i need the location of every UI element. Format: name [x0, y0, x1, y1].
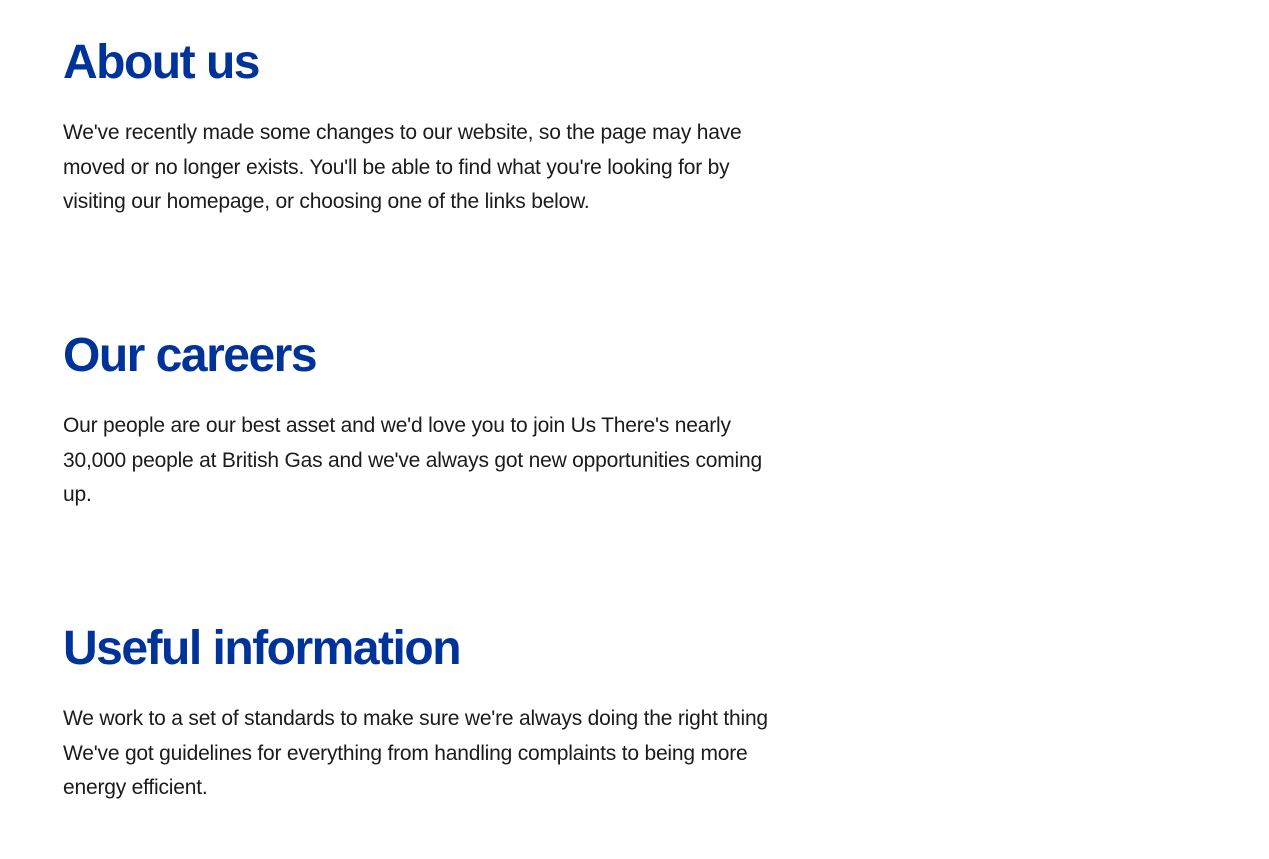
- about-us-description: We've recently made some changes to our …: [63, 121, 742, 213]
- our-careers-section: Our careers Our people are our best asse…: [63, 328, 793, 513]
- our-careers-description: Our people are our best asset and we'd l…: [63, 414, 762, 506]
- about-us-heading[interactable]: About us: [63, 35, 793, 91]
- useful-information-description: We work to a set of standards to make su…: [63, 707, 768, 799]
- about-us-section: About us We've recently made some change…: [63, 35, 793, 220]
- useful-information-heading[interactable]: Useful information: [63, 621, 793, 677]
- our-careers-heading[interactable]: Our careers: [63, 328, 793, 384]
- useful-information-section: Useful information We work to a set of s…: [63, 621, 793, 806]
